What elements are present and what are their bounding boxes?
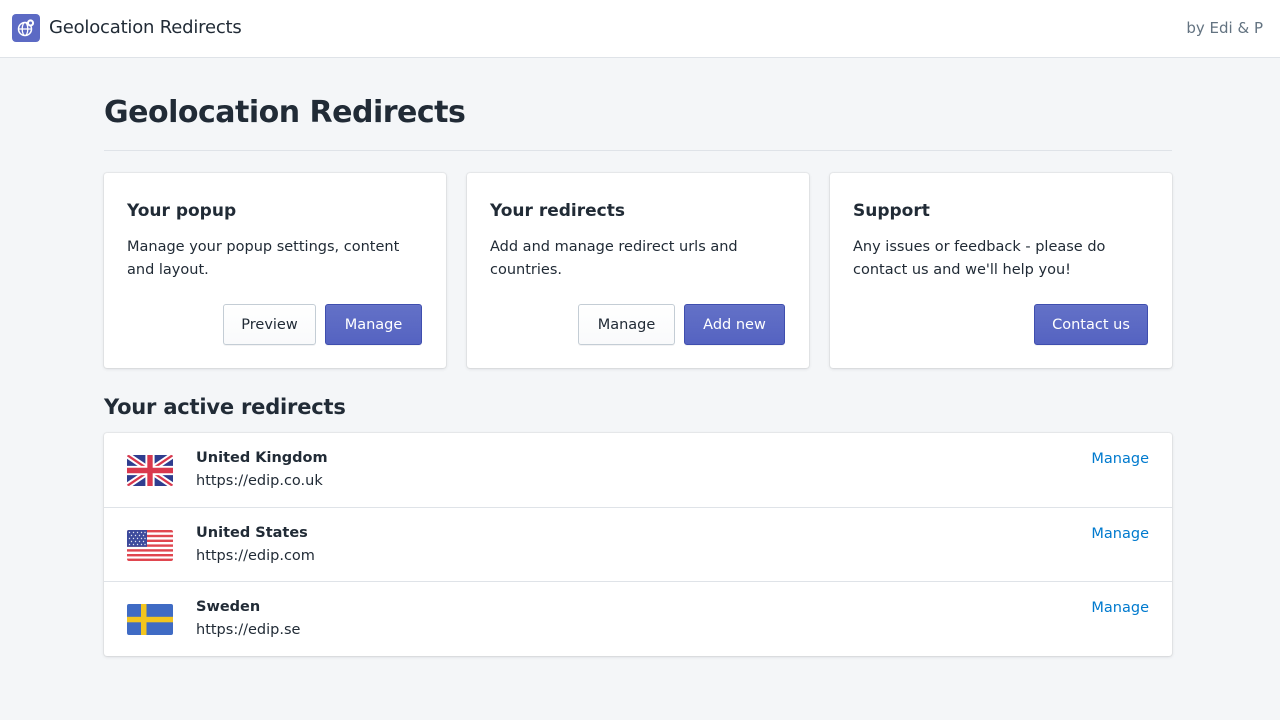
popup-card-description: Manage your popup settings, content and … [127,239,400,278]
list-item: Sweden https://edip.se Manage [104,581,1172,655]
uk-flag-icon [127,455,173,486]
developer-byline: by Edi & P [1186,19,1263,37]
redirect-url: https://edip.se [196,622,301,638]
preview-popup-button[interactable]: Preview [223,304,316,345]
manage-redirects-button[interactable]: Manage [578,304,675,345]
support-card-title: Support [853,201,930,221]
redirect-country: United States [196,525,308,541]
us-flag-icon [127,530,173,561]
popup-card: Your popup Manage your popup settings, c… [104,173,446,368]
contact-us-button[interactable]: Contact us [1034,304,1148,345]
manage-popup-button[interactable]: Manage [325,304,422,345]
redirect-country: United Kingdom [196,450,328,466]
support-card: Support Any issues or feedback - please … [830,173,1172,368]
redirect-url: https://edip.co.uk [196,473,323,489]
redirect-country: Sweden [196,599,261,615]
manage-redirect-link[interactable]: Manage [1091,451,1149,467]
manage-redirect-link[interactable]: Manage [1091,526,1149,542]
add-new-redirect-button[interactable]: Add new [684,304,785,345]
popup-card-title: Your popup [127,201,237,221]
globe-pin-icon[interactable] [12,14,40,42]
sweden-flag-icon [127,604,173,635]
manage-redirect-link[interactable]: Manage [1091,600,1149,616]
page-title: Geolocation Redirects [104,95,466,130]
top-bar: Geolocation Redirects by Edi & P [0,0,1280,58]
app-title: Geolocation Redirects [49,17,242,38]
support-card-description: Any issues or feedback - please do conta… [853,239,1106,278]
list-item: United States https://edip.com Manage [104,507,1172,581]
active-redirects-list: United Kingdom https://edip.co.uk Manage [104,433,1172,656]
list-item: United Kingdom https://edip.co.uk Manage [104,433,1172,507]
active-redirects-title: Your active redirects [104,395,346,419]
redirects-card-description: Add and manage redirect urls and countri… [490,239,738,278]
redirect-url: https://edip.com [196,548,315,564]
title-divider [104,150,1172,151]
redirects-card: Your redirects Add and manage redirect u… [467,173,809,368]
redirects-card-title: Your redirects [490,201,625,221]
